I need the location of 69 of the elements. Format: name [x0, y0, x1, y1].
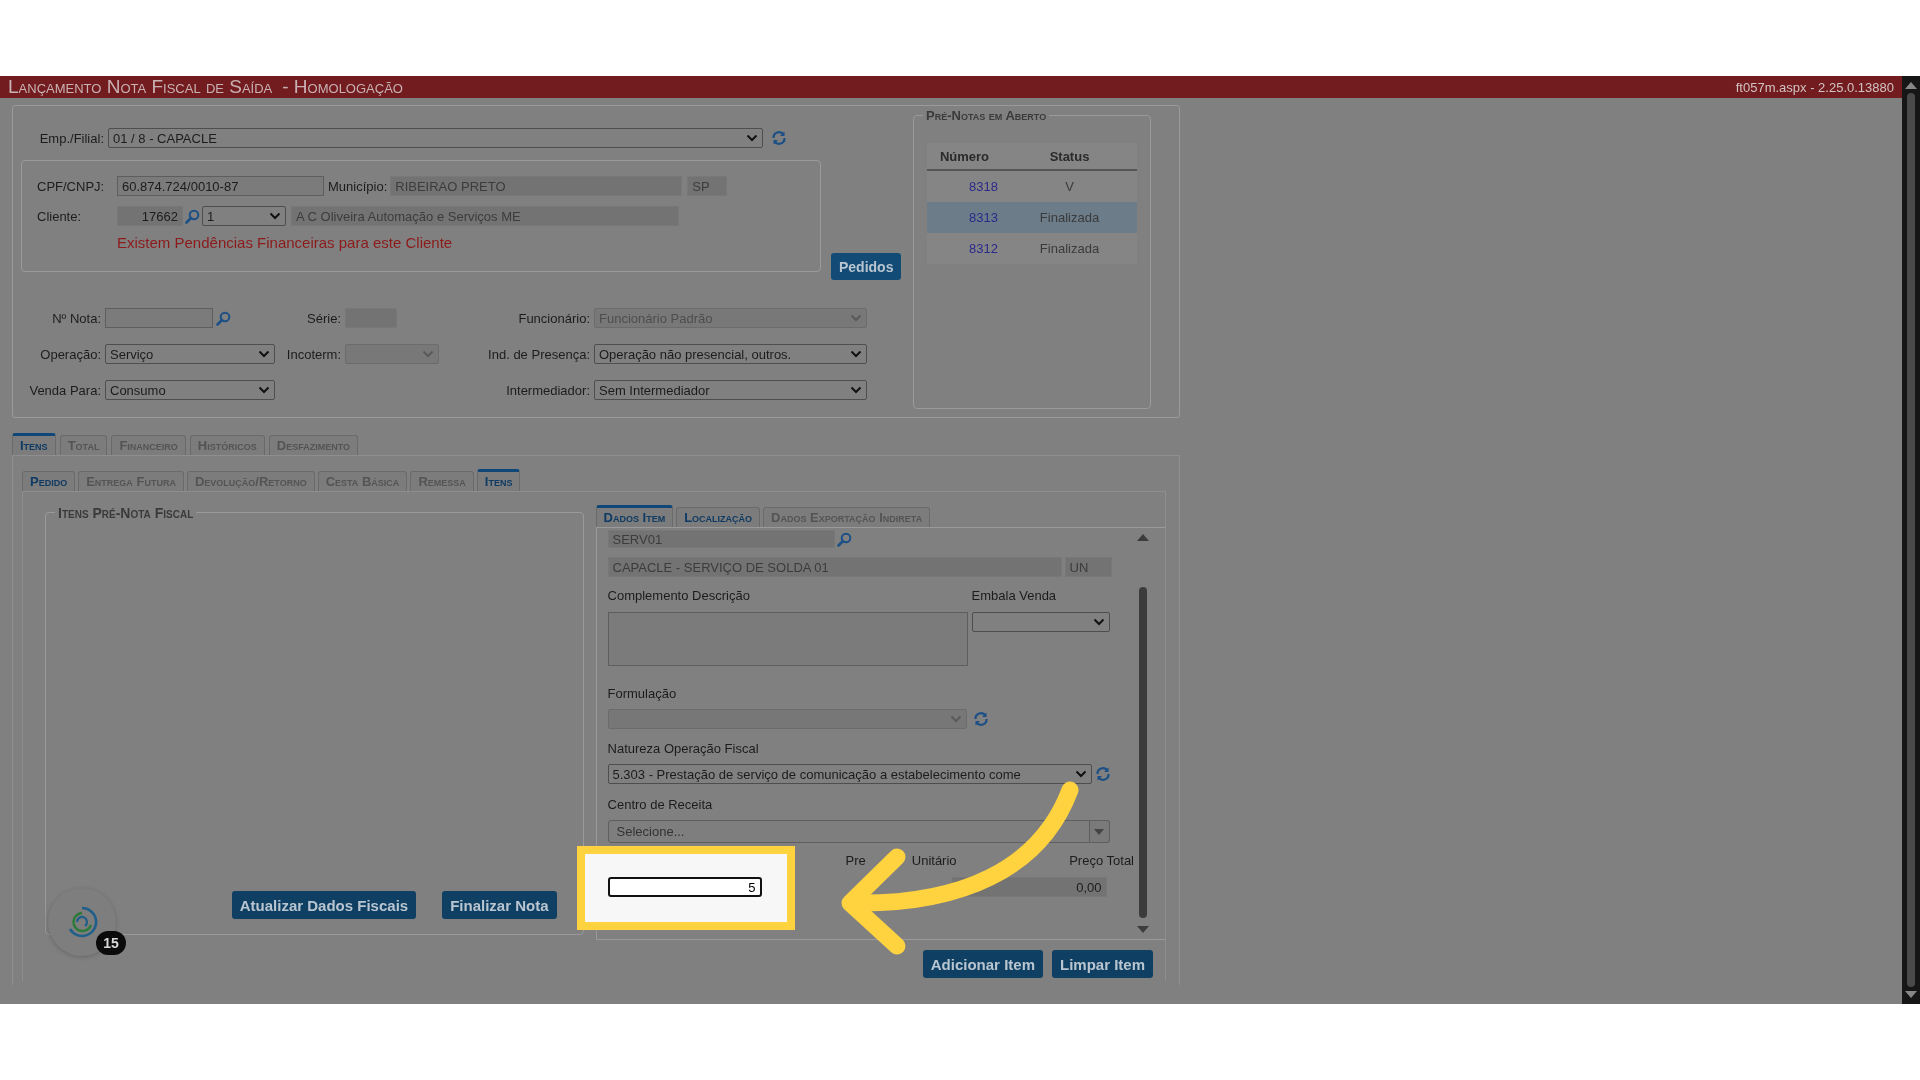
field-label: Embala Venda: [971, 588, 1057, 603]
emp-filial-select[interactable]: 01 / 8 - CAPACLE: [108, 128, 763, 148]
refresh-icon[interactable]: [972, 711, 989, 727]
field-label: Emp./Filial:: [38, 130, 105, 146]
operacao-select[interactable]: Serviço: [105, 344, 275, 364]
field-label: Ind. de Presença:: [487, 346, 591, 362]
client-code-field[interactable]: 17662: [117, 206, 183, 226]
status-cell: Finalizada: [1002, 233, 1137, 264]
cpf-cnpj-field[interactable]: 60.874.724/0010-87: [117, 176, 324, 196]
uf-field[interactable]: SP: [687, 176, 728, 196]
centro-receita-field[interactable]: Selecione...: [607, 820, 1090, 843]
panel-title: Itens Pré-Nota Fiscal: [55, 505, 197, 521]
tab[interactable]: Itens: [12, 433, 56, 455]
status-cell: Finalizada: [1002, 202, 1137, 233]
numero-link[interactable]: 8318: [927, 170, 1002, 202]
version-label: ft057m.aspx - 2.25.0.13880: [1735, 79, 1894, 95]
refresh-icon[interactable]: [771, 130, 787, 146]
field-label: Natureza Operação Fiscal: [607, 741, 760, 756]
status-cell: V: [1002, 170, 1137, 202]
column-header: Número: [927, 143, 1002, 170]
environment-label: - Homologação: [282, 76, 403, 98]
action-button[interactable]: Atualizar Dados Fiscais: [231, 891, 417, 919]
page-title: Lançamento Nota Fiscal de Saída: [8, 76, 273, 98]
action-button[interactable]: Adicionar Item: [922, 950, 1043, 978]
field-label: Unitário: [911, 853, 957, 868]
field-label: Centro de Receita: [607, 797, 714, 812]
field-label: Incoterm:: [285, 346, 342, 362]
field-label: Venda Para:: [28, 382, 102, 398]
field-label: Cliente:: [37, 208, 83, 224]
field-label: Intermediador:: [505, 382, 591, 398]
pedidos-button[interactable]: Pedidos: [831, 253, 902, 280]
tab[interactable]: Dados Item: [595, 505, 674, 527]
field-label: Formulação: [607, 686, 678, 701]
venda-para-select[interactable]: Consumo: [105, 380, 275, 400]
action-button[interactable]: Finalizar Nota: [442, 891, 557, 919]
presenca-select[interactable]: Operação não presencial, outros.: [594, 344, 867, 364]
search-icon[interactable]: [216, 310, 231, 326]
field-label: Preço Total: [1069, 853, 1134, 868]
complemento-field[interactable]: [607, 612, 968, 666]
warning-message: Existem Pendências Financeiras para este Cliente: [117, 234, 454, 251]
panel-title: Pré-Notas em Aberto: [923, 108, 1050, 123]
page-scrollbar[interactable]: [1902, 76, 1920, 1004]
tab[interactable]: Localização: [676, 507, 761, 527]
column-header: Status: [1002, 143, 1137, 170]
field-label: Pre: [845, 853, 866, 868]
field-label: Funcionário:: [517, 310, 591, 326]
field-label: Município:: [327, 178, 389, 194]
item-code-field[interactable]: SERV01: [607, 530, 835, 548]
tab[interactable]: Pedido: [22, 471, 76, 491]
numero-link[interactable]: 8313: [927, 202, 1002, 233]
field-label: Complemento Descrição: [607, 588, 751, 603]
tab[interactable]: Itens: [476, 469, 521, 491]
quantidade-field[interactable]: 5: [607, 877, 762, 897]
refresh-icon[interactable]: [1094, 766, 1111, 782]
intermediador-select[interactable]: Sem Intermediador: [594, 380, 867, 400]
client-seq-select[interactable]: 1: [202, 206, 286, 226]
action-button[interactable]: Limpar Item: [1051, 950, 1153, 978]
numero-link[interactable]: 8312: [927, 233, 1002, 264]
nota-field[interactable]: [105, 308, 213, 328]
search-icon[interactable]: [836, 531, 852, 547]
field-label: Operação:: [39, 346, 102, 362]
caret-icon: [1094, 828, 1105, 835]
field-label: Série:: [306, 310, 342, 326]
dropdown-button[interactable]: [1089, 820, 1110, 843]
field-label: Nº Nota:: [51, 310, 102, 326]
search-icon[interactable]: [185, 208, 200, 224]
natureza-select[interactable]: 5.303 - Prestação de serviço de comunicação a estabelecimento come: [607, 764, 1092, 784]
field-label: CPF/CNPJ:: [37, 178, 106, 194]
embala-select[interactable]: [971, 612, 1110, 632]
